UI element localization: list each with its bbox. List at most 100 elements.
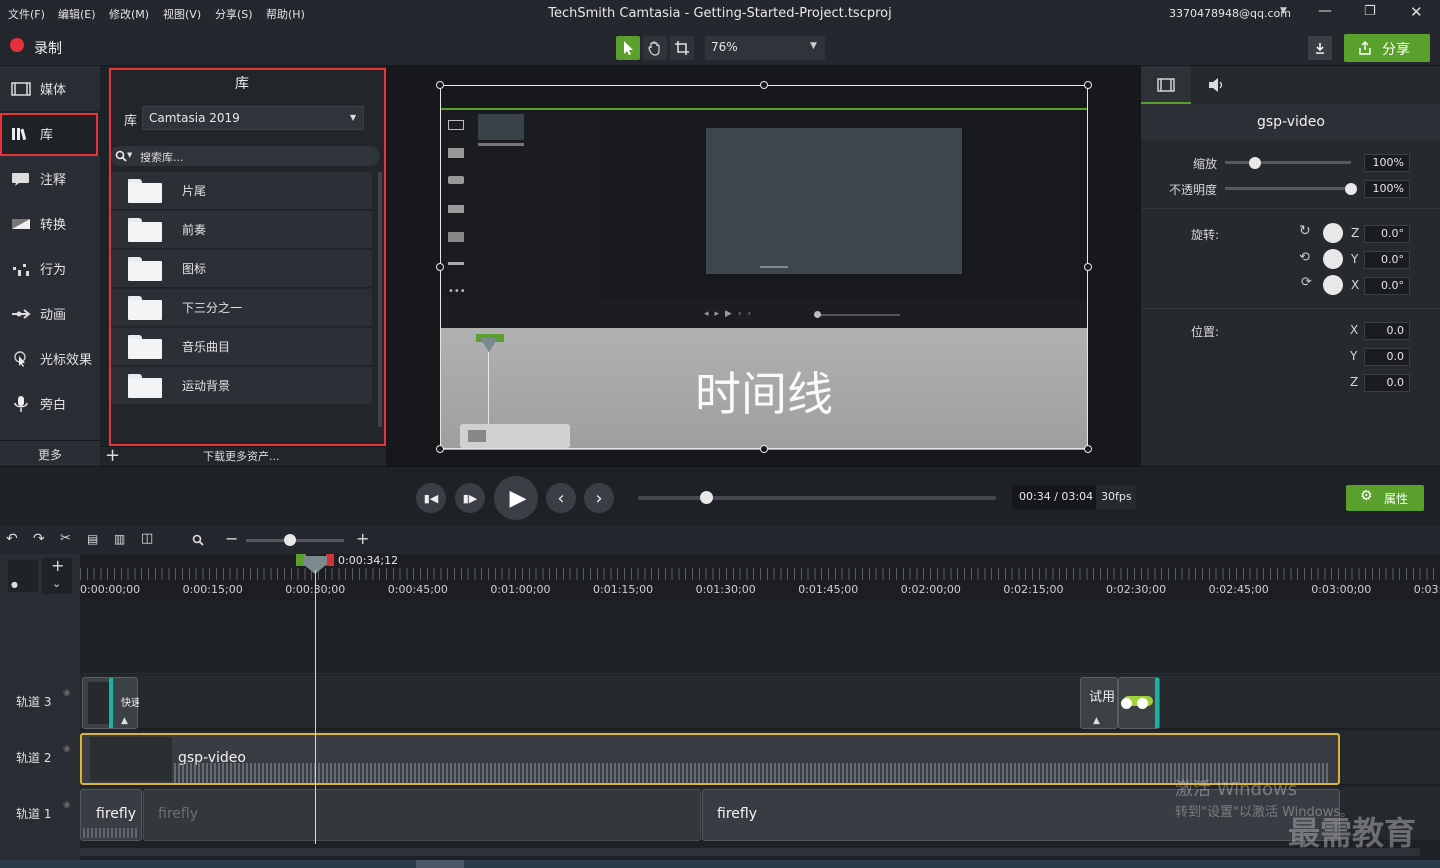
more-button[interactable]: 更多 [0, 440, 100, 466]
menu-help[interactable]: 帮助(H) [266, 6, 305, 22]
menu-file[interactable]: 文件(F) [8, 6, 45, 22]
minimize-icon[interactable]: — [1318, 3, 1332, 19]
step-back-button[interactable]: ▮◀ [416, 483, 446, 513]
visual-properties-tab[interactable] [1141, 66, 1191, 104]
zoom-select[interactable]: 76% ▼ [705, 36, 825, 60]
playhead-line[interactable] [315, 570, 316, 844]
clip-header: gsp-video [1141, 104, 1440, 140]
step-forward-button[interactable]: ▮▶ [455, 483, 485, 513]
resize-handle[interactable] [760, 81, 768, 89]
firefly-clip-1[interactable]: firefly [80, 789, 142, 841]
resize-handle[interactable] [436, 263, 444, 271]
account-menu[interactable]: 3370478948@qq.com [1169, 7, 1291, 20]
collapse-tracks-button[interactable]: ⌄ [42, 576, 72, 594]
position-y-input[interactable]: 0.0 [1364, 348, 1410, 366]
clip-name: gsp-video [1257, 114, 1325, 130]
timeline-zoom-knob[interactable] [284, 534, 296, 546]
download-more-link[interactable]: 下载更多资产... [203, 448, 280, 464]
position-x-input[interactable]: 0.0 [1364, 322, 1410, 340]
nav-transitions[interactable]: 转换 [0, 201, 100, 246]
crop-tool-button[interactable] [670, 36, 694, 60]
trial-clip[interactable]: 试用 ▲ [1080, 677, 1118, 729]
quick-clip[interactable]: 快速 ▲ [82, 677, 139, 729]
ruler-tick-label: 0:01:30;00 [695, 583, 756, 596]
chevron-down-icon: ▼ [810, 41, 817, 51]
nav-animations[interactable]: 动画 [0, 291, 100, 336]
magnet-toggle[interactable]: ● [8, 560, 38, 592]
copy-icon[interactable]: ▤ [87, 532, 98, 546]
resize-handle[interactable] [1084, 263, 1092, 271]
resize-handle[interactable] [760, 445, 768, 453]
gsp-video-clip[interactable]: gsp-video [80, 733, 1340, 785]
audio-properties-tab[interactable] [1191, 66, 1241, 104]
timeline-scrollbar[interactable] [80, 848, 1420, 856]
eye-icon[interactable]: ◉ [63, 800, 71, 810]
record-button[interactable]: 录制 [34, 38, 62, 58]
canvas-preview[interactable]: ••• ◂▸▶‹› 时间线 [440, 108, 1088, 450]
scrub-knob[interactable] [700, 491, 714, 504]
nav-narration[interactable]: 旁白 [0, 381, 100, 426]
opacity-input[interactable]: 100% [1364, 180, 1410, 198]
download-button[interactable] [1308, 36, 1332, 60]
nav-media[interactable]: 媒体 [0, 66, 100, 111]
zoom-in-icon[interactable]: + [356, 529, 369, 548]
playhead-out-marker[interactable] [326, 554, 334, 566]
playback-bar: ▮◀ ▮▶ ▶ ‹ › 00:34 / 03:04 30fps ⚙ 属性 [0, 466, 1440, 526]
clip-thumb [90, 737, 172, 781]
scale-slider-knob[interactable] [1249, 157, 1261, 169]
eye-icon[interactable]: ◉ [63, 744, 71, 754]
zoom-out-icon[interactable]: − [225, 529, 238, 548]
nav-cursor-effects[interactable]: 光标效果 [0, 336, 100, 381]
pan-tool-button[interactable] [643, 36, 667, 60]
paste-icon[interactable]: ▥ [114, 532, 125, 546]
rotation-x-knob[interactable] [1323, 275, 1343, 295]
redo-icon[interactable]: ↷ [33, 531, 45, 547]
resize-handle[interactable] [1084, 445, 1092, 453]
maximize-icon[interactable]: ❐ [1364, 4, 1376, 19]
account-dropdown-icon[interactable]: ▼ [1280, 6, 1287, 16]
next-button[interactable]: › [584, 483, 614, 513]
rotation-z-knob[interactable] [1323, 223, 1343, 243]
scrub-track[interactable] [638, 496, 996, 500]
nav-label: 光标效果 [40, 353, 93, 368]
taskbar-item[interactable] [416, 860, 464, 868]
add-icon[interactable]: + [105, 445, 120, 466]
library-highlight-box [0, 113, 98, 156]
previous-button[interactable]: ‹ [546, 483, 576, 513]
nav-annotations[interactable]: 注释 [0, 156, 100, 201]
scale-slider[interactable] [1225, 161, 1351, 164]
split-icon[interactable]: ◫ [141, 531, 153, 546]
resize-handle[interactable] [436, 81, 444, 89]
opacity-slider[interactable] [1225, 187, 1351, 190]
play-button[interactable]: ▶ [494, 476, 538, 520]
opacity-slider-knob[interactable] [1345, 183, 1357, 195]
close-icon[interactable]: ✕ [1410, 3, 1423, 21]
timeline-ruler[interactable]: 0:00:00;000:00:15;000:00:30;000:00:45;00… [80, 554, 1440, 600]
select-tool-button[interactable] [616, 36, 640, 60]
firefly-clip-2[interactable]: firefly [143, 789, 701, 841]
menu-share[interactable]: 分享(S) [215, 6, 253, 22]
eye-icon[interactable]: ◉ [63, 688, 71, 698]
add-track-button[interactable]: + [42, 556, 72, 576]
menu-edit[interactable]: 编辑(E) [58, 6, 96, 22]
rotation-x-input[interactable]: 0.0° [1364, 277, 1410, 295]
preview-playbar: ◂▸▶‹› [440, 298, 1088, 328]
rotation-y-input[interactable]: 0.0° [1364, 251, 1410, 269]
track-3-lane[interactable] [80, 675, 1440, 729]
scale-input[interactable]: 100% [1364, 154, 1410, 172]
nav-behaviors[interactable]: 行为 [0, 246, 100, 291]
resize-handle[interactable] [1084, 81, 1092, 89]
position-z-input[interactable]: 0.0 [1364, 374, 1410, 392]
cut-icon[interactable]: ✂ [60, 531, 71, 546]
resize-handle[interactable] [436, 445, 444, 453]
rotation-z-input[interactable]: 0.0° [1364, 225, 1410, 243]
rotation-y-knob[interactable] [1323, 249, 1343, 269]
properties-button[interactable]: ⚙ 属性 [1346, 485, 1424, 511]
record-icon[interactable] [10, 38, 24, 52]
menu-modify[interactable]: 修改(M) [109, 6, 149, 22]
undo-icon[interactable]: ↶ [6, 531, 18, 547]
share-button[interactable]: 分享 [1344, 34, 1430, 62]
rotate-y-icon: ⟲ [1299, 250, 1310, 265]
animated-clip[interactable] [1118, 677, 1160, 729]
menu-view[interactable]: 视图(V) [163, 6, 201, 22]
